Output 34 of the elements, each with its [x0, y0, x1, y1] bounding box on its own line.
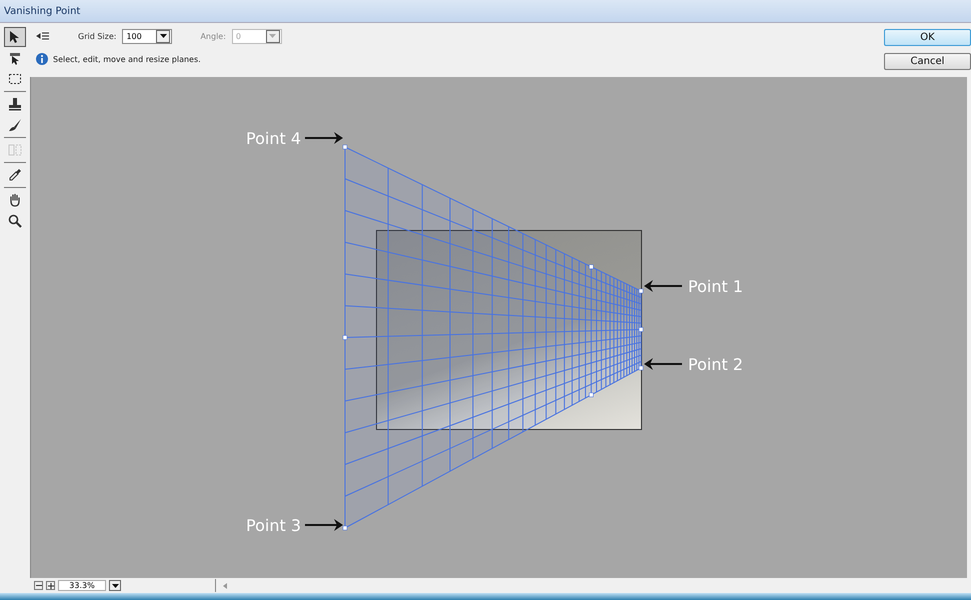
- point-label: Point 2: [688, 354, 743, 374]
- grid-size-field[interactable]: 100: [122, 28, 172, 44]
- cancel-button[interactable]: Cancel: [884, 53, 971, 70]
- marquee-icon: [7, 71, 23, 87]
- zoom-field[interactable]: 33.3%: [58, 580, 106, 592]
- point-label: Point 1: [688, 276, 743, 296]
- point-label: Point 4: [246, 128, 301, 148]
- plus-icon: [48, 582, 54, 589]
- hint-text: Select, edit, move and resize planes.: [53, 54, 201, 64]
- brush-icon: [7, 117, 23, 133]
- window-title: Vanishing Point: [4, 6, 80, 16]
- eyedropper-icon: [7, 167, 23, 183]
- angle-label: Angle:: [200, 32, 226, 40]
- arrow-icon: [644, 358, 682, 370]
- stamp-icon: [7, 96, 23, 112]
- zoom-in-button[interactable]: [46, 581, 55, 590]
- minus-icon: [36, 584, 42, 587]
- perspective-grid[interactable]: [342, 144, 644, 530]
- arrow-icon: [644, 280, 682, 292]
- grid-size-label: Grid Size:: [78, 32, 116, 40]
- edit-plane-tool[interactable]: [4, 27, 26, 47]
- zoom-out-button[interactable]: [34, 581, 43, 590]
- arrow-icon: [305, 519, 343, 532]
- zoom-icon: [7, 213, 23, 229]
- info-icon: [36, 53, 48, 65]
- pointer-plane-icon: [7, 50, 23, 66]
- arrow-icon: [305, 132, 343, 144]
- caret-icon[interactable]: [160, 34, 167, 38]
- tool-preset-icon[interactable]: [36, 32, 50, 40]
- point-label: Point 3: [246, 516, 301, 535]
- ok-button[interactable]: OK: [884, 29, 971, 46]
- zoom-dropdown[interactable]: [109, 580, 121, 592]
- caret-icon: [112, 584, 118, 588]
- transform-icon: [7, 142, 23, 158]
